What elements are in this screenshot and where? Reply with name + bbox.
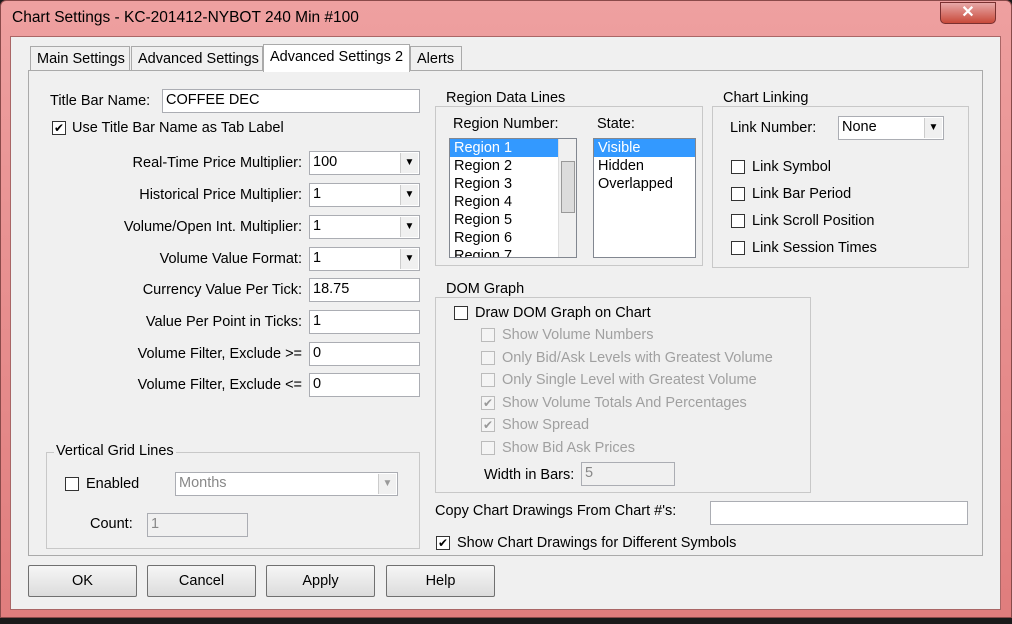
title-bar-name-label: Title Bar Name: [50, 93, 151, 109]
draw-dom-label: Draw DOM Graph on Chart [475, 305, 651, 321]
width-in-bars-label: Width in Bars: [484, 467, 575, 483]
link-option-checkbox[interactable] [731, 160, 745, 174]
field-label: Volume Value Format: [159, 251, 302, 267]
field-label: Volume Filter, Exclude <= [137, 377, 302, 393]
use-title-label: Use Title Bar Name as Tab Label [72, 120, 284, 136]
dom-option-label: Only Single Level with Greatest Volume [502, 372, 757, 388]
dom-option-checkbox[interactable] [481, 328, 495, 342]
close-button[interactable]: ✕ [940, 2, 996, 24]
state-list-item[interactable]: Visible [594, 139, 695, 157]
tab-main-settings[interactable]: Main Settings [30, 46, 130, 71]
link-number-value: None [842, 119, 877, 135]
apply-button[interactable]: Apply [266, 565, 375, 597]
field-input[interactable]: 18.75 [309, 278, 420, 302]
field-value: 1 [313, 250, 322, 266]
dom-option-checkbox[interactable] [481, 373, 495, 387]
link-option-label: Link Session Times [752, 240, 877, 256]
link-option-checkbox[interactable] [731, 241, 745, 255]
dom-option-checkbox[interactable] [481, 440, 495, 455]
field-select[interactable]: 100 ▼ [309, 151, 420, 175]
dom-option-label: Show Volume Totals And Percentages [502, 394, 747, 411]
field-select[interactable]: 1 ▼ [309, 183, 420, 207]
field-label: Volume/Open Int. Multiplier: [123, 219, 302, 235]
chart-linking-title: Chart Linking [721, 90, 811, 106]
chevron-down-icon: ▼ [400, 217, 418, 237]
state-list-item[interactable]: Overlapped [594, 175, 695, 193]
state-list-item[interactable]: Hidden [594, 157, 695, 175]
link-option-checkbox[interactable] [731, 214, 745, 228]
vertical-grid-title: Vertical Grid Lines [54, 443, 176, 459]
field-select[interactable]: 1 ▼ [309, 247, 420, 271]
field-input[interactable]: 1 [309, 310, 420, 334]
link-number-label: Link Number: [730, 120, 817, 136]
vgrid-period-value: Months [179, 475, 227, 491]
tab-alerts[interactable]: Alerts [410, 46, 462, 71]
width-in-bars-input[interactable]: 5 [581, 462, 675, 486]
copy-drawings-label: Copy Chart Drawings From Chart #'s: [435, 503, 677, 519]
field-input[interactable]: 0 [309, 342, 420, 366]
tab-advanced-settings-2[interactable]: Advanced Settings 2 [263, 44, 410, 72]
scrollbar-thumb[interactable] [561, 161, 575, 213]
region-data-title: Region Data Lines [444, 90, 568, 106]
chevron-down-icon: ▼ [400, 185, 418, 205]
state-list[interactable]: Visible Hidden Overlapped [593, 138, 696, 258]
ok-button[interactable]: OK [28, 565, 137, 597]
vgrid-enabled-label: Enabled [86, 476, 140, 492]
dom-graph-title: DOM Graph [444, 281, 527, 297]
dom-option-label: Show Volume Numbers [502, 327, 654, 343]
field-input[interactable]: 0 [309, 373, 420, 397]
field-value: 100 [313, 154, 338, 170]
field-label: Currency Value Per Tick: [142, 282, 302, 298]
region-number-label: Region Number: [453, 116, 559, 132]
field-label: Real-Time Price Multiplier: [132, 155, 302, 171]
field-value: 1 [313, 218, 322, 234]
field-select[interactable]: 1 ▼ [309, 215, 420, 239]
vgrid-period-select[interactable]: Months ▼ [175, 472, 398, 496]
dom-option-label: Show Bid Ask Prices [502, 439, 635, 456]
link-option-label: Link Bar Period [752, 186, 852, 202]
dom-option-label: Show Spread [502, 417, 590, 433]
field-value: 1 [313, 186, 322, 202]
show-drawings-label: Show Chart Drawings for Different Symbol… [457, 535, 737, 551]
link-option-checkbox[interactable] [731, 187, 745, 201]
vgrid-enabled-checkbox[interactable] [65, 477, 79, 491]
copy-drawings-input[interactable] [710, 501, 968, 525]
field-label: Value Per Point in Ticks: [145, 314, 302, 330]
window-title: Chart Settings - KC-201412-NYBOT 240 Min… [12, 9, 359, 26]
show-drawings-checkbox[interactable]: ✔ [436, 536, 450, 550]
cancel-button[interactable]: Cancel [147, 565, 256, 597]
vgrid-count-label: Count: [90, 516, 133, 532]
use-title-checkbox[interactable]: ✔ [52, 121, 66, 135]
tab-advanced-settings[interactable]: Advanced Settings [131, 46, 263, 71]
vgrid-count-spinner[interactable]: 1 [147, 513, 248, 537]
dom-option-checkbox[interactable]: ✔ [481, 395, 495, 410]
link-number-select[interactable]: None ▼ [838, 116, 944, 140]
state-label: State: [597, 116, 635, 132]
help-button[interactable]: Help [386, 565, 495, 597]
chevron-down-icon: ▼ [400, 153, 418, 173]
link-option-label: Link Scroll Position [752, 213, 875, 229]
link-option-label: Link Symbol [752, 159, 831, 175]
dom-option-checkbox[interactable] [481, 350, 495, 365]
title-bar-name-input[interactable]: COFFEE DEC [162, 89, 420, 113]
region-list-scrollbar[interactable] [558, 139, 576, 257]
field-label: Historical Price Multiplier: [139, 187, 302, 203]
chevron-down-icon: ▼ [924, 118, 942, 138]
chevron-down-icon: ▼ [400, 249, 418, 269]
dom-option-label: Only Bid/Ask Levels with Greatest Volume [502, 349, 773, 366]
field-label: Volume Filter, Exclude >= [137, 346, 302, 362]
draw-dom-checkbox[interactable] [454, 306, 468, 320]
dom-option-checkbox[interactable]: ✔ [481, 418, 495, 432]
chevron-down-icon: ▼ [378, 474, 396, 494]
